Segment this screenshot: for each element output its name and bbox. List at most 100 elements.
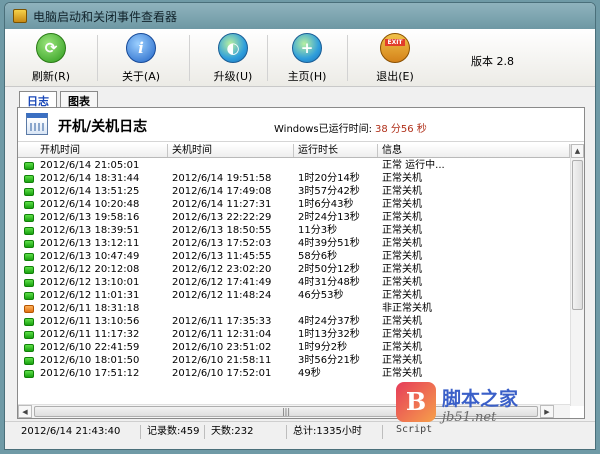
exit-button[interactable]: EXIT 退出(E) <box>355 33 435 85</box>
table-row[interactable]: 2012/6/11 13:10:56 2012/6/11 17:35:33 4时24… <box>18 315 570 328</box>
version-label: 版本 2.8 <box>471 55 514 68</box>
cell-duration: 4时39分51秒 <box>298 238 360 249</box>
home-label: 主页(H) <box>287 70 327 83</box>
status-dot-icon <box>24 226 34 235</box>
start-time: 2012/6/13 18:39:51 <box>40 225 140 236</box>
table-row[interactable]: 2012/6/13 18:39:51 2012/6/13 18:50:55 11分3… <box>18 224 570 237</box>
start-time: 2012/6/12 20:12:08 <box>40 264 140 275</box>
cell-info: 正常关机 <box>382 238 422 249</box>
cell-duration: 4时24分37秒 <box>298 316 360 327</box>
table-row[interactable]: 2012/6/12 13:10:01 2012/6/12 17:41:49 4时31… <box>18 276 570 289</box>
status-dot-icon <box>24 317 34 326</box>
log-panel: 开机/关机日志 Windows已运行时间: 38 分56 秒 开机时间 关机时间… <box>17 107 585 419</box>
refresh-button[interactable]: ⟳ 刷新(R) <box>11 33 91 85</box>
table-row[interactable]: 2012/6/10 22:41:59 2012/6/10 23:51:02 1时9分… <box>18 341 570 354</box>
cell-info: 正常关机 <box>382 329 422 340</box>
cell-info: 正常关机 <box>382 251 422 262</box>
cell-duration: 1时6分43秒 <box>298 199 354 210</box>
vertical-scrollbar[interactable]: ▲ <box>570 144 584 406</box>
start-time: 2012/6/12 11:01:31 <box>40 290 140 301</box>
table-row[interactable]: 2012/6/13 10:47:49 2012/6/13 11:45:55 58分6… <box>18 250 570 263</box>
cell-start: 2012/6/10 18:01:50 <box>18 354 168 367</box>
cell-end: 2012/6/10 23:51:02 <box>172 342 272 353</box>
home-button[interactable]: + 主页(H) <box>267 33 347 85</box>
column-header-end[interactable]: 关机时间 <box>168 144 294 157</box>
status-dot-icon <box>24 252 34 261</box>
table-row[interactable]: 2012/6/12 11:01:31 2012/6/12 11:48:24 46分5… <box>18 289 570 302</box>
table-row[interactable]: 2012/6/11 11:17:32 2012/6/11 12:31:04 1时13… <box>18 328 570 341</box>
start-time: 2012/6/14 18:31:44 <box>40 173 140 184</box>
cell-end: 2012/6/11 12:31:04 <box>172 329 272 340</box>
status-dot-icon <box>24 239 34 248</box>
status-dot-icon <box>24 356 34 365</box>
column-header-info[interactable]: 信息 <box>378 144 570 157</box>
cell-start: 2012/6/11 13:10:56 <box>18 315 168 328</box>
cell-start: 2012/6/10 17:51:12 <box>18 367 168 380</box>
globe-add-icon: + <box>292 33 322 63</box>
cell-end: 2012/6/14 17:49:08 <box>172 186 272 197</box>
table-row[interactable]: 2012/6/12 20:12:08 2012/6/12 23:02:20 2时50… <box>18 263 570 276</box>
status-dot-icon <box>24 291 34 300</box>
status-dot-icon <box>24 174 34 183</box>
watermark-logo: B <box>396 382 436 422</box>
column-header-duration[interactable]: 运行时长 <box>294 144 378 157</box>
start-time: 2012/6/14 21:05:01 <box>40 160 140 171</box>
uptime-value: 38 分56 秒 <box>375 124 427 135</box>
cell-end: 2012/6/12 23:02:20 <box>172 264 272 275</box>
table-row[interactable]: 2012/6/14 13:51:25 2012/6/14 17:49:08 3时57… <box>18 185 570 198</box>
start-time: 2012/6/11 18:31:18 <box>40 303 140 314</box>
table-row[interactable]: 2012/6/14 21:05:01 正常 运行中... <box>18 159 570 172</box>
cell-info: 正常关机 <box>382 355 422 366</box>
scroll-thumb[interactable] <box>572 160 583 310</box>
cell-end: 2012/6/14 19:51:58 <box>172 173 272 184</box>
about-button[interactable]: i 关于(A) <box>101 33 181 85</box>
table-row[interactable]: 2012/6/10 17:51:12 2012/6/10 17:52:01 49秒 正… <box>18 367 570 380</box>
upgrade-button[interactable]: ◐ 升级(U) <box>193 33 273 85</box>
cell-start: 2012/6/12 13:10:01 <box>18 276 168 289</box>
cell-end: 2012/6/13 22:22:29 <box>172 212 272 223</box>
table-body: 2012/6/14 21:05:01 正常 运行中... 2012/6/14 18:… <box>18 159 570 380</box>
cell-end: 2012/6/13 18:50:55 <box>172 225 272 236</box>
exit-label: 退出(E) <box>376 70 414 83</box>
cell-duration: 2时24分13秒 <box>298 212 360 223</box>
table-row[interactable]: 2012/6/14 18:31:44 2012/6/14 19:51:58 1时20… <box>18 172 570 185</box>
toolbar: ⟳ 刷新(R) i 关于(A) ◐ 升级(U) + 主页(H) EXIT 退出(… <box>5 29 595 87</box>
cell-start: 2012/6/12 20:12:08 <box>18 263 168 276</box>
table-row[interactable]: 2012/6/14 10:20:48 2012/6/14 11:27:31 1时6分… <box>18 198 570 211</box>
cell-info: 正常关机 <box>382 264 422 275</box>
cell-info: 正常关机 <box>382 342 422 353</box>
cell-start: 2012/6/13 10:47:49 <box>18 250 168 263</box>
cell-start: 2012/6/14 21:05:01 <box>18 159 168 172</box>
cell-info: 正常关机 <box>382 368 422 379</box>
table-row[interactable]: 2012/6/13 19:58:16 2012/6/13 22:22:29 2时24… <box>18 211 570 224</box>
title-bar[interactable]: 电脑启动和关闭事件查看器 <box>5 3 595 29</box>
cell-duration: 1时20分14秒 <box>298 173 360 184</box>
cell-end: 2012/6/13 17:52:03 <box>172 238 272 249</box>
status-days: 天数:232 <box>205 424 287 439</box>
cell-start: 2012/6/11 11:17:32 <box>18 328 168 341</box>
status-time: 2012/6/14 21:43:40 <box>5 424 141 439</box>
exit-icon: EXIT <box>380 33 410 63</box>
cell-start: 2012/6/14 13:51:25 <box>18 185 168 198</box>
cell-duration: 46分53秒 <box>298 290 344 301</box>
panel-header: 开机/关机日志 Windows已运行时间: 38 分56 秒 <box>18 108 584 142</box>
scroll-up-arrow-icon[interactable]: ▲ <box>571 144 584 158</box>
info-icon: i <box>126 33 156 63</box>
uptime-label: Windows已运行时间: <box>274 124 373 135</box>
table-row[interactable]: 2012/6/10 18:01:50 2012/6/10 21:58:11 3时56… <box>18 354 570 367</box>
cell-duration: 3时57分42秒 <box>298 186 360 197</box>
cell-start: 2012/6/11 18:31:18 <box>18 302 168 315</box>
cell-end: 2012/6/11 17:35:33 <box>172 316 272 327</box>
cell-end: 2012/6/12 11:48:24 <box>172 290 272 301</box>
scroll-left-arrow-icon[interactable]: ◀ <box>18 405 32 418</box>
cell-duration: 58分6秒 <box>298 251 338 262</box>
watermark-url: jb51.net <box>442 410 497 425</box>
status-dot-icon <box>24 161 34 170</box>
start-time: 2012/6/13 19:58:16 <box>40 212 140 223</box>
table-row[interactable]: 2012/6/13 13:12:11 2012/6/13 17:52:03 4时39… <box>18 237 570 250</box>
table-row[interactable]: 2012/6/11 18:31:18 非正常关机 <box>18 302 570 315</box>
status-records: 记录数:459 <box>141 424 205 439</box>
column-header-start[interactable]: 开机时间 <box>18 144 168 157</box>
exit-icon-text: EXIT <box>385 38 405 46</box>
start-time: 2012/6/14 13:51:25 <box>40 186 140 197</box>
